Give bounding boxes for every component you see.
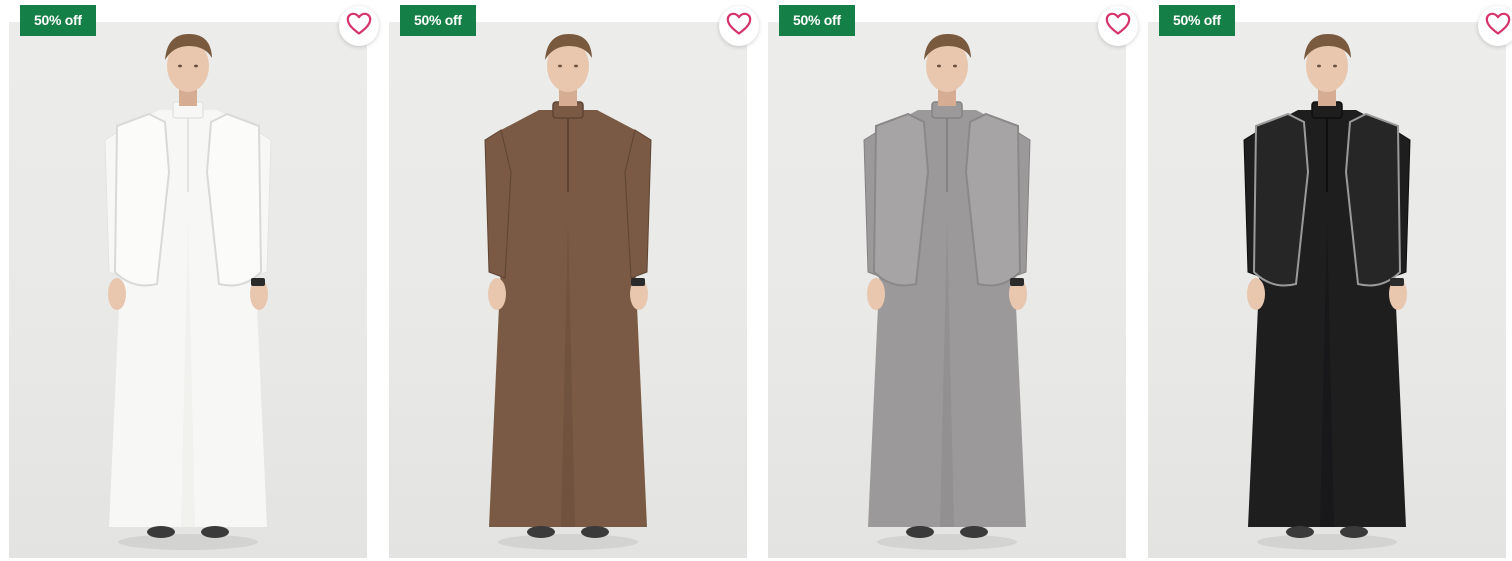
wishlist-button[interactable] <box>339 6 379 46</box>
model-figure <box>104 34 272 550</box>
heart-outline-icon <box>726 12 752 41</box>
heart-outline-icon <box>346 12 372 41</box>
product-image[interactable] <box>768 22 1126 558</box>
heart-outline-icon <box>1105 12 1131 41</box>
product-image[interactable] <box>1148 22 1506 558</box>
discount-badge: 50% off <box>779 5 855 36</box>
product-grid: 50% off 50% off 50% off 50% off <box>0 0 1512 561</box>
discount-badge: 50% off <box>1159 5 1235 36</box>
model-figure <box>484 34 652 550</box>
product-card[interactable]: 50% off <box>768 0 1138 561</box>
model-figure <box>863 34 1031 550</box>
product-image[interactable] <box>9 22 367 558</box>
product-card[interactable]: 50% off <box>389 0 759 561</box>
wishlist-button[interactable] <box>1098 6 1138 46</box>
product-card[interactable]: 50% off <box>9 0 379 561</box>
wishlist-button[interactable] <box>719 6 759 46</box>
discount-badge: 50% off <box>20 5 96 36</box>
wishlist-button[interactable] <box>1478 6 1512 46</box>
discount-badge: 50% off <box>400 5 476 36</box>
model-figure <box>1243 34 1411 550</box>
heart-outline-icon <box>1485 12 1511 41</box>
product-card[interactable]: 50% off <box>1148 0 1512 561</box>
product-image[interactable] <box>389 22 747 558</box>
